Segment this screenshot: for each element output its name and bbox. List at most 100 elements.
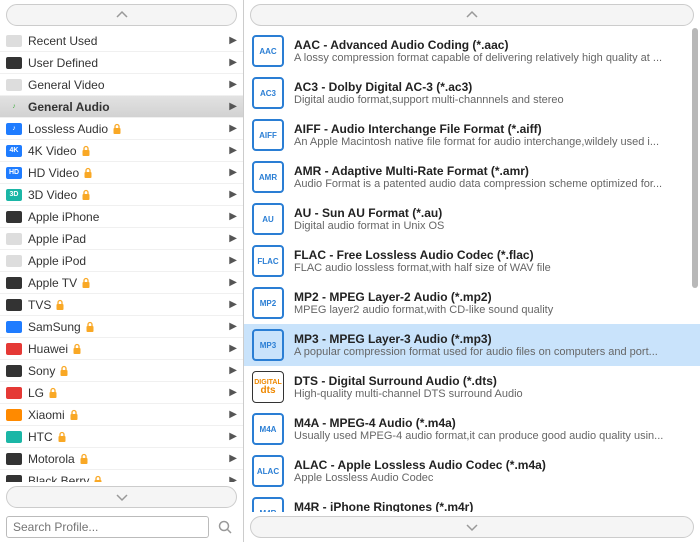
format-icon: DIGITALdts <box>252 371 284 403</box>
category-item[interactable]: SamSung▶ <box>0 316 243 338</box>
format-description: Apple Lossless Audio Codec <box>294 472 692 484</box>
chevron-right-icon: ▶ <box>229 409 237 420</box>
category-label: Black Berry <box>28 474 89 483</box>
chevron-right-icon: ▶ <box>229 233 237 244</box>
category-item[interactable]: LG ▶ <box>0 382 243 404</box>
format-text: FLAC - Free Lossless Audio Codec (*.flac… <box>294 248 692 274</box>
category-icon <box>6 211 22 223</box>
format-item[interactable]: AC3 AC3 - Dolby Digital AC-3 (*.ac3)Digit… <box>244 72 700 114</box>
category-item[interactable]: Black Berry▶ <box>0 470 243 482</box>
format-title: AU - Sun AU Format (*.au) <box>294 206 692 220</box>
format-title: M4A - MPEG-4 Audio (*.m4a) <box>294 416 692 430</box>
format-description: Usually used MPEG-4 audio format,it can … <box>294 430 692 442</box>
category-item[interactable]: Xiaomi▶ <box>0 404 243 426</box>
category-icon: ♪ <box>6 101 22 113</box>
category-icon <box>6 277 22 289</box>
chevron-right-icon: ▶ <box>229 79 237 90</box>
category-item[interactable]: Apple TV▶ <box>0 272 243 294</box>
search-row <box>0 512 243 542</box>
format-item[interactable]: M4AM4A - MPEG-4 Audio (*.m4a)Usually use… <box>244 408 700 450</box>
category-label: Apple iPad <box>28 232 86 246</box>
format-scroll-down[interactable] <box>250 516 694 538</box>
format-item[interactable]: M4RM4R - iPhone Ringtones (*.m4r)iPhone … <box>244 492 700 512</box>
format-item[interactable]: ALACALAC - Apple Lossless Audio Codec (*… <box>244 450 700 492</box>
category-icon <box>6 409 22 421</box>
search-button[interactable] <box>213 516 237 538</box>
category-item[interactable]: TVS▶ <box>0 294 243 316</box>
format-title: M4R - iPhone Ringtones (*.m4r) <box>294 500 692 512</box>
category-icon <box>6 387 22 399</box>
chevron-right-icon: ▶ <box>229 387 237 398</box>
format-item[interactable]: AUAU - Sun AU Format (*.au)Digital audio… <box>244 198 700 240</box>
format-item[interactable]: AIFFAIFF - Audio Interchange File Format… <box>244 114 700 156</box>
scrollbar-thumb[interactable] <box>692 28 698 288</box>
format-icon: FLAC <box>252 245 284 277</box>
format-text: ALAC - Apple Lossless Audio Codec (*.m4a… <box>294 458 692 484</box>
format-icon: AC3 <box>252 77 284 109</box>
category-item[interactable]: ♪Lossless Audio▶ <box>0 118 243 140</box>
format-item[interactable]: MP3MP3 - MPEG Layer-3 Audio (*.mp3)A pop… <box>244 324 700 366</box>
category-item[interactable]: Apple iPad ▶ <box>0 228 243 250</box>
category-icon <box>6 475 22 483</box>
category-item[interactable]: ♪General Audio▶ <box>0 96 243 118</box>
category-item[interactable]: Motorola▶ <box>0 448 243 470</box>
chevron-right-icon: ▶ <box>229 101 237 112</box>
format-text: MP3 - MPEG Layer-3 Audio (*.mp3)A popula… <box>294 332 692 358</box>
format-item[interactable]: AAC AAC - Advanced Audio Coding (*.aac)A … <box>244 30 700 72</box>
category-icon: 4K <box>6 145 22 157</box>
category-label: LG <box>28 386 44 400</box>
format-text: AC3 - Dolby Digital AC-3 (*.ac3)Digital … <box>294 80 692 106</box>
category-item[interactable]: Recent Used▶ <box>0 30 243 52</box>
category-list: Recent Used▶User Defined▶General Video▶♪… <box>0 30 243 482</box>
category-item[interactable]: 3D3D Video▶ <box>0 184 243 206</box>
category-item[interactable]: Huawei▶ <box>0 338 243 360</box>
category-item[interactable]: General Video▶ <box>0 74 243 96</box>
chevron-up-icon <box>465 10 479 20</box>
format-item[interactable]: AMRAMR - Adaptive Multi-Rate Format (*.a… <box>244 156 700 198</box>
category-item[interactable]: HTC▶ <box>0 426 243 448</box>
category-label: Sony <box>28 364 55 378</box>
category-icon <box>6 365 22 377</box>
category-item[interactable]: Sony▶ <box>0 360 243 382</box>
lock-icon <box>48 387 58 399</box>
format-scroll-up[interactable] <box>250 4 694 26</box>
category-label: TVS <box>28 298 51 312</box>
format-description: An Apple Macintosh native file format fo… <box>294 136 692 148</box>
format-title: MP3 - MPEG Layer-3 Audio (*.mp3) <box>294 332 692 346</box>
lock-icon <box>55 299 65 311</box>
format-title: DTS - Digital Surround Audio (*.dts) <box>294 374 692 388</box>
category-item[interactable]: 4K4K Video▶ <box>0 140 243 162</box>
chevron-up-icon <box>115 10 129 20</box>
format-description: FLAC audio lossless format,with half siz… <box>294 262 692 274</box>
lock-icon <box>85 321 95 333</box>
category-label: HD Video <box>28 166 79 180</box>
search-input[interactable] <box>6 516 209 538</box>
category-scroll-up[interactable] <box>6 4 237 26</box>
category-item[interactable]: HDHD Video▶ <box>0 162 243 184</box>
category-item[interactable]: Apple iPhone▶ <box>0 206 243 228</box>
category-label: Apple TV <box>28 276 77 290</box>
category-item[interactable]: User Defined▶ <box>0 52 243 74</box>
format-text: MP2 - MPEG Layer-2 Audio (*.mp2)MPEG lay… <box>294 290 692 316</box>
chevron-right-icon: ▶ <box>229 189 237 200</box>
format-text: M4A - MPEG-4 Audio (*.m4a)Usually used M… <box>294 416 692 442</box>
format-text: AAC - Advanced Audio Coding (*.aac)A los… <box>294 38 692 64</box>
category-item[interactable]: Apple iPod▶ <box>0 250 243 272</box>
format-description: MPEG layer2 audio format,with CD-like so… <box>294 304 692 316</box>
format-item[interactable]: DIGITALdts DTS - Digital Surround Audio (… <box>244 366 700 408</box>
format-description: Digital audio format,support multi-chann… <box>294 94 692 106</box>
format-icon: AAC <box>252 35 284 67</box>
format-title: ALAC - Apple Lossless Audio Codec (*.m4a… <box>294 458 692 472</box>
format-description: A lossy compression format capable of de… <box>294 52 692 64</box>
format-text: M4R - iPhone Ringtones (*.m4r)iPhone Rin… <box>294 500 692 512</box>
category-label: Apple iPhone <box>28 210 99 224</box>
format-item[interactable]: MP2MP2 - MPEG Layer-2 Audio (*.mp2)MPEG … <box>244 282 700 324</box>
chevron-right-icon: ▶ <box>229 343 237 354</box>
format-description: Digital audio format in Unix OS <box>294 220 692 232</box>
lock-icon <box>72 343 82 355</box>
format-item[interactable]: FLAC FLAC - Free Lossless Audio Codec (*.… <box>244 240 700 282</box>
format-description: Audio Format is a patented audio data co… <box>294 178 692 190</box>
category-label: Lossless Audio <box>28 122 108 136</box>
category-scroll-down[interactable] <box>6 486 237 508</box>
search-icon <box>217 519 233 535</box>
